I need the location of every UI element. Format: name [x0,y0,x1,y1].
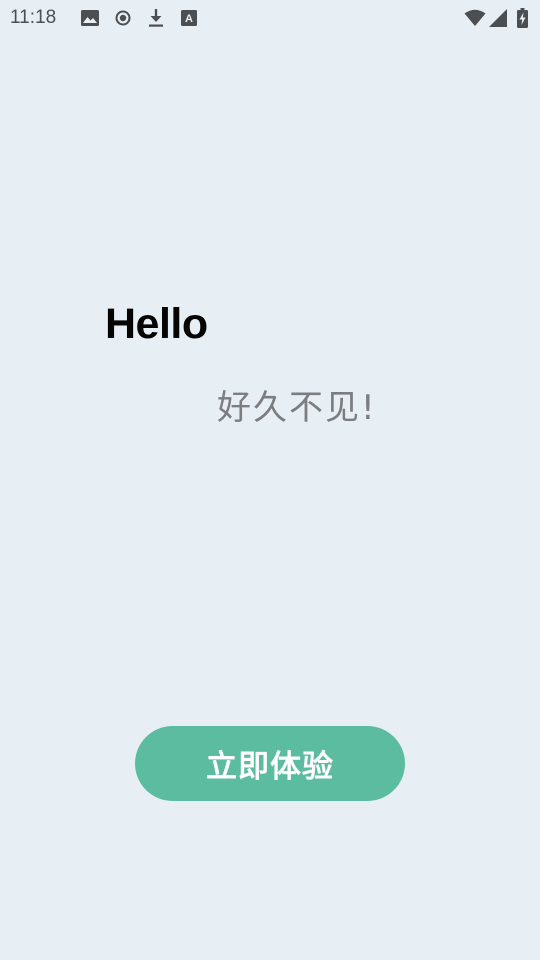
record-icon [113,8,133,28]
status-time: 11:18 [10,7,57,28]
keyboard-a-icon: A [179,8,199,28]
battery-charging-icon [515,8,529,28]
svg-text:A: A [185,13,193,25]
splash-screen: 11:18 A Hello 好久不见! 立即体验 [0,0,540,960]
wifi-icon [463,8,487,28]
greeting-title: Hello [105,300,208,348]
download-icon [146,8,166,28]
cell-signal-icon [488,8,508,28]
image-icon [80,8,100,28]
greeting-subtitle: 好久不见! [217,388,377,428]
try-now-button-label: 立即体验 [206,749,334,785]
try-now-button[interactable]: 立即体验 [135,726,405,801]
status-bar: 11:18 A [0,0,540,36]
